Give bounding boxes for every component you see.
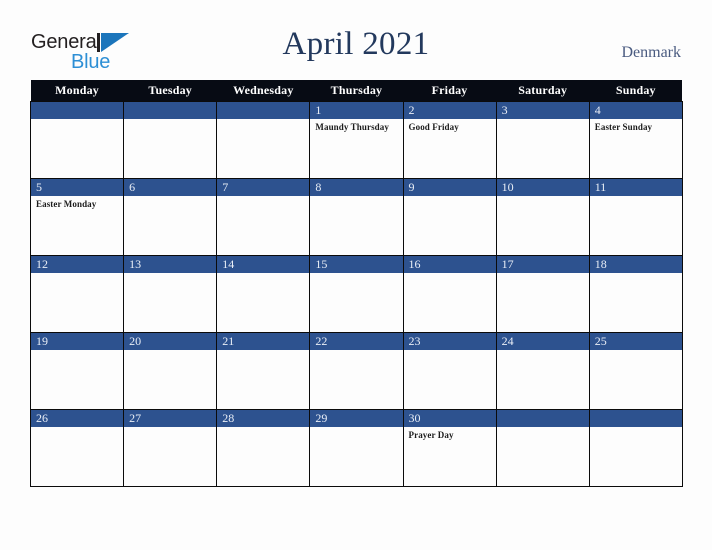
day-number: 4 [589, 102, 682, 119]
day-number: 14 [217, 256, 310, 273]
day-number [496, 410, 589, 427]
calendar-day-cell[interactable] [29, 101, 125, 179]
calendar-day-cell[interactable]: 6 [123, 178, 218, 256]
calendar-day-cell[interactable]: 22 [309, 332, 404, 410]
calendar-day-cell[interactable] [495, 409, 590, 487]
day-number: 11 [589, 179, 682, 196]
calendar-day-cell[interactable]: 3 [495, 101, 590, 179]
day-number: 27 [124, 410, 217, 427]
day-number: 12 [31, 256, 124, 273]
day-number: 29 [310, 410, 403, 427]
calendar-week-row: 12 13 14 15 16 17 18 [29, 255, 683, 333]
calendar-day-cell[interactable]: 21 [216, 332, 311, 410]
day-number: 3 [496, 102, 589, 119]
day-number: 23 [403, 333, 496, 350]
day-number [589, 410, 682, 427]
day-number: 8 [310, 179, 403, 196]
calendar-grid: Monday Tuesday Wednesday Thursday Friday… [29, 80, 683, 487]
calendar-day-cell[interactable]: 4 Easter Sunday [588, 101, 683, 179]
weekday-header-monday: Monday [30, 80, 124, 102]
page-header: General Blue April 2021 Denmark [0, 0, 712, 80]
day-event-label: Good Friday [408, 122, 459, 132]
calendar-day-cell[interactable]: 9 [402, 178, 497, 256]
day-number: 28 [217, 410, 310, 427]
calendar-week-row: 26 27 28 29 30 Prayer Day [29, 409, 683, 487]
calendar-day-cell[interactable]: 7 [216, 178, 311, 256]
calendar-week-row: 19 20 21 22 23 24 25 [29, 332, 683, 410]
day-number: 20 [124, 333, 217, 350]
day-number: 21 [217, 333, 310, 350]
calendar-day-cell[interactable]: 19 [29, 332, 125, 410]
day-number: 17 [496, 256, 589, 273]
day-number: 19 [31, 333, 124, 350]
day-number: 10 [496, 179, 589, 196]
day-number: 22 [310, 333, 403, 350]
calendar-day-cell[interactable]: 25 [588, 332, 683, 410]
day-event-label: Easter Sunday [594, 122, 653, 132]
day-event-label: Easter Monday [36, 199, 97, 209]
day-number: 1 [310, 102, 403, 119]
day-number: 15 [310, 256, 403, 273]
day-number: 2 [403, 102, 496, 119]
day-event-label: Prayer Day [408, 430, 454, 440]
day-number: 18 [589, 256, 682, 273]
weekday-header-wednesday: Wednesday [216, 80, 310, 102]
calendar-day-cell[interactable]: 18 [588, 255, 683, 333]
calendar-body: 1 Maundy Thursday 2 Good Friday 3 4 Easter Sun… [29, 101, 683, 487]
country-label: Denmark [621, 44, 681, 61]
weekday-header-sunday: Sunday [589, 80, 683, 102]
day-number: 5 [31, 179, 124, 196]
calendar-day-cell[interactable]: 15 [309, 255, 404, 333]
calendar-day-cell[interactable]: 29 [309, 409, 404, 487]
weekday-header-row: Monday Tuesday Wednesday Thursday Friday… [30, 80, 683, 102]
calendar-day-cell[interactable]: 12 [29, 255, 125, 333]
day-number: 24 [496, 333, 589, 350]
calendar-day-cell[interactable]: 10 [495, 178, 590, 256]
calendar-day-cell[interactable]: 28 [216, 409, 311, 487]
calendar-day-cell[interactable]: 2 Good Friday [402, 101, 497, 179]
weekday-header-tuesday: Tuesday [123, 80, 217, 102]
day-number [217, 102, 310, 119]
calendar-week-row: 5 Easter Monday 6 7 8 9 10 11 [29, 178, 683, 256]
calendar-day-cell[interactable]: 16 [402, 255, 497, 333]
calendar-day-cell[interactable]: 23 [402, 332, 497, 410]
day-number: 13 [124, 256, 217, 273]
calendar-day-cell[interactable]: 30 Prayer Day [402, 409, 497, 487]
day-number: 26 [31, 410, 124, 427]
day-number: 16 [403, 256, 496, 273]
day-number: 7 [217, 179, 310, 196]
calendar-day-cell[interactable] [123, 101, 218, 179]
calendar-day-cell[interactable] [216, 101, 311, 179]
calendar-day-cell[interactable]: 1 Maundy Thursday [309, 101, 404, 179]
weekday-header-thursday: Thursday [309, 80, 403, 102]
calendar-week-row: 1 Maundy Thursday 2 Good Friday 3 4 Easter Sun… [29, 101, 683, 179]
day-number [31, 102, 124, 119]
day-number: 30 [403, 410, 496, 427]
page-title: April 2021 [282, 26, 430, 62]
weekday-header-saturday: Saturday [496, 80, 590, 102]
calendar-day-cell[interactable]: 20 [123, 332, 218, 410]
day-number: 6 [124, 179, 217, 196]
day-number: 25 [589, 333, 682, 350]
day-number: 9 [403, 179, 496, 196]
calendar-day-cell[interactable]: 17 [495, 255, 590, 333]
calendar-day-cell[interactable]: 11 [588, 178, 683, 256]
day-number [124, 102, 217, 119]
calendar-day-cell[interactable]: 8 [309, 178, 404, 256]
calendar-day-cell[interactable]: 26 [29, 409, 125, 487]
day-event-label: Maundy Thursday [315, 122, 389, 132]
calendar-day-cell[interactable] [588, 409, 683, 487]
calendar-day-cell[interactable]: 13 [123, 255, 218, 333]
calendar-day-cell[interactable]: 24 [495, 332, 590, 410]
weekday-header-friday: Friday [403, 80, 497, 102]
calendar-day-cell[interactable]: 5 Easter Monday [29, 178, 125, 256]
calendar-day-cell[interactable]: 27 [123, 409, 218, 487]
calendar-day-cell[interactable]: 14 [216, 255, 311, 333]
